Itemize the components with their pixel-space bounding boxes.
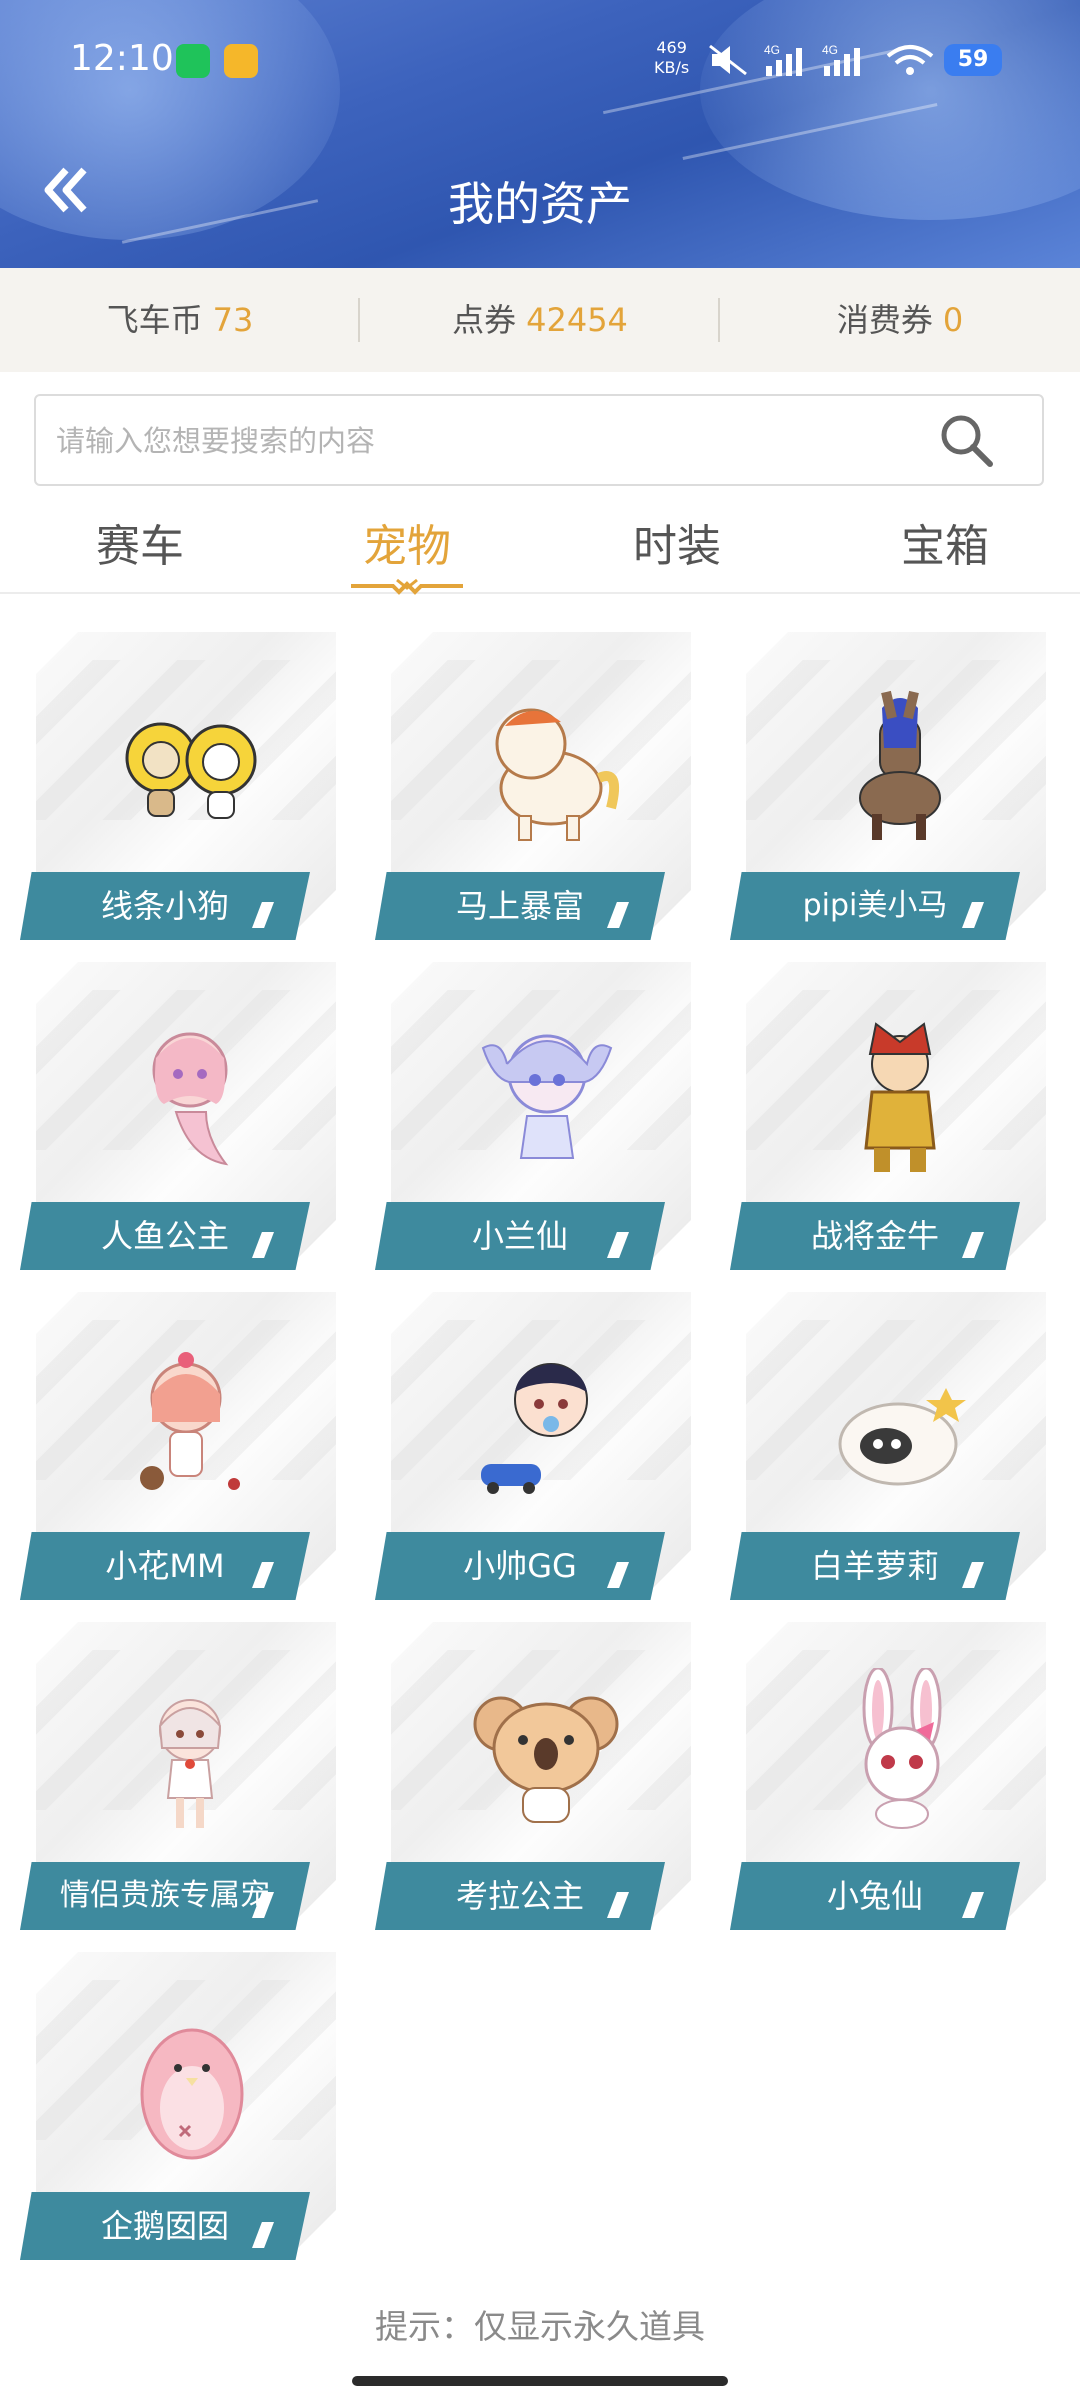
wechat-icon [176, 44, 210, 78]
net-speed-value: 469 [656, 38, 687, 57]
pet-card[interactable]: 小帅GG [375, 1260, 691, 1600]
balance-coins-value: 73 [212, 301, 254, 339]
footer-hint: 提示：仅显示永久道具 [375, 2307, 705, 2346]
wifi-icon [886, 45, 934, 75]
balance-vouchers: 消费券 0 [720, 268, 1080, 372]
svg-text:4G: 4G [822, 43, 838, 57]
status-time: 12:10 [70, 38, 174, 79]
balance-points-value: 42454 [526, 301, 628, 339]
status-bar: 12:10 469 KB/s 4G 4G 59 [0, 0, 1080, 120]
battery-indicator: 59 [944, 44, 1002, 76]
balance-points-label: 点券 [452, 301, 517, 339]
page-title: 我的资产 [448, 177, 632, 231]
blue-fairy-girl-icon [481, 1034, 613, 1159]
balance-vouchers-value: 0 [942, 301, 964, 339]
balance-vouchers-label: 消费券 [836, 301, 933, 339]
search-icon[interactable] [936, 410, 996, 470]
cream-horse-icon [495, 708, 619, 841]
active-tab-indicator [351, 578, 463, 595]
yellow-flower-dogs-icon [125, 722, 257, 819]
pet-card[interactable]: 小兰仙 [375, 930, 691, 1270]
baby-boy-icon [481, 1363, 588, 1494]
pet-card[interactable]: 小花MM [20, 1260, 336, 1600]
pet-name: 考拉公主 [455, 1877, 584, 1915]
pet-card[interactable]: 企鹅囡囡 [20, 1920, 336, 2260]
balance-bar: 飞车币 73 点券 42454 消费券 0 [0, 268, 1080, 372]
tab-chests[interactable]: 宝箱 [845, 510, 1045, 574]
tab-pets[interactable]: 宠物 [307, 510, 507, 595]
pet-card[interactable]: 马上暴富 [375, 600, 691, 940]
tab-pets-label: 宠物 [363, 521, 451, 572]
home-indicator[interactable] [352, 2376, 728, 2386]
balance-points: 点券 42454 [360, 268, 720, 372]
blue-mane-pony-icon [859, 690, 941, 840]
net-speed-unit: KB/s [654, 58, 690, 77]
balance-coins-label: 飞车币 [106, 301, 203, 339]
pet-card[interactable]: 小兔仙 [730, 1590, 1046, 1930]
pet-card[interactable]: pipi美小马 [730, 600, 1046, 940]
net-speed: 469 KB/s [654, 38, 689, 78]
pet-card[interactable]: 白羊萝莉 [730, 1260, 1046, 1600]
pink-penguin-icon [140, 2028, 244, 2160]
category-tabs: 赛车 宠物 时装 宝箱 [0, 500, 1080, 595]
pet-card[interactable]: 考拉公主 [375, 1590, 691, 1930]
search-box [34, 394, 1044, 486]
white-sheep-icon [838, 1388, 966, 1486]
balance-coins: 飞车币 73 [0, 268, 360, 372]
pet-card[interactable]: 情侣贵族专属宠 [20, 1590, 336, 1930]
pet-card[interactable]: 战将金牛 [730, 930, 1046, 1270]
rabbit-icon [862, 1668, 942, 1829]
tab-fashion[interactable]: 时装 [577, 510, 777, 574]
svg-text:4G: 4G [764, 43, 780, 57]
tab-cars[interactable]: 赛车 [40, 510, 240, 574]
pet-name: 企鹅囡囡 [100, 2207, 229, 2245]
signal-4g-icon: 4G [764, 43, 802, 76]
golden-warrior-icon [864, 1022, 936, 1172]
mute-icon [709, 44, 747, 76]
signal-4g-icon: 4G [822, 43, 860, 76]
search-input[interactable] [54, 396, 938, 486]
pet-card[interactable]: 线条小狗 [20, 600, 336, 940]
notes-icon [224, 44, 258, 78]
pet-card[interactable]: 人鱼公主 [20, 930, 336, 1270]
header: 12:10 469 KB/s 4G 4G 59 我的资产 [0, 0, 1080, 268]
koala-icon [473, 1696, 619, 1823]
pet-name: 小兔仙 [826, 1877, 923, 1915]
mermaid-princess-icon [152, 1032, 229, 1166]
noble-girl-icon [158, 1699, 222, 1828]
flower-girl-icon [140, 1352, 240, 1490]
